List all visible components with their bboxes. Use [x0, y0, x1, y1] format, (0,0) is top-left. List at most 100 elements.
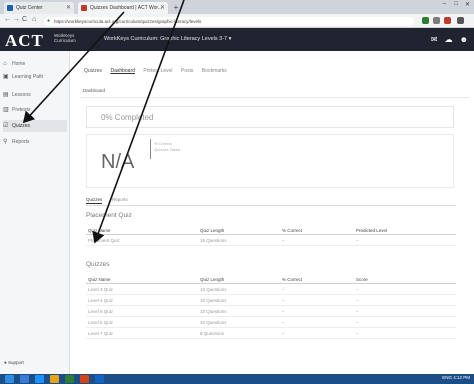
column-header: Quiz Length: [200, 277, 225, 282]
sidebar: ⌂ Home ▣ Learning Path ▤ Lessons ▥ Pretests …: [0, 51, 70, 374]
quiz-length: 10 Questions: [200, 287, 227, 292]
table-row[interactable]: Level 4 Quiz 10 Questions – –: [86, 295, 456, 306]
quiz-name-link[interactable]: Level 3 Quiz: [88, 287, 113, 292]
browser-tab-1[interactable]: Quiz Center ✕: [4, 2, 74, 14]
extension-icon[interactable]: [433, 17, 440, 24]
user-icon[interactable]: ☻: [460, 35, 468, 44]
sidebar-item-learning-path[interactable]: ▣ Learning Path: [3, 71, 67, 83]
tab-favicon-icon: [7, 5, 13, 11]
extension-icon[interactable]: [444, 17, 451, 24]
cloud-icon[interactable]: ☁: [445, 35, 453, 44]
lessons-icon: ▤: [3, 92, 9, 98]
score: –: [356, 309, 359, 314]
section-title: Dashboard: [80, 88, 470, 98]
main-content: Quizzes Dashboard Pretest Level Posts Bo…: [70, 51, 474, 374]
extension-icon[interactable]: [422, 17, 429, 24]
home-icon[interactable]: ⌂: [32, 16, 36, 23]
quizzes-table: Quiz Name Quiz Length % Correct Score Le…: [86, 274, 456, 339]
sidebar-item-label: Reports: [12, 139, 30, 145]
column-header: Quiz Name: [88, 228, 111, 233]
tab-pretest-level[interactable]: Pretest Level: [143, 68, 172, 74]
app-header: ACT WorkKeys Curriculum WorkKeys Curricu…: [0, 28, 474, 51]
tab-quizzes[interactable]: Quizzes: [84, 68, 102, 74]
score: –: [356, 320, 359, 325]
column-header: % Correct: [282, 228, 303, 233]
mail-icon[interactable]: ✉: [431, 35, 438, 44]
close-window-icon[interactable]: ✕: [465, 1, 470, 8]
quiz-length: 10 Questions: [200, 298, 227, 303]
new-tab-button[interactable]: +: [170, 3, 182, 13]
act-logo[interactable]: ACT: [5, 31, 44, 51]
sidebar-item-label: Learning Path: [12, 74, 44, 80]
placement-heading: Placement Quiz: [86, 212, 132, 219]
edge-icon[interactable]: [35, 375, 44, 383]
app-icon[interactable]: [65, 375, 74, 383]
explorer-icon[interactable]: [20, 375, 29, 383]
percent-correct: –: [282, 287, 285, 292]
quiz-length: 16 Questions: [200, 238, 227, 243]
sidebar-item-label: Lessons: [12, 92, 31, 98]
sidebar-item-label: Home: [12, 61, 26, 67]
percent-correct: –: [282, 309, 285, 314]
table-row[interactable]: Level 6 Quiz 10 Questions – –: [86, 317, 456, 328]
reload-icon[interactable]: C: [22, 16, 27, 23]
sidebar-item-quizzes[interactable]: ☑ Quizzes: [3, 120, 67, 132]
lock-icon: ●: [47, 18, 51, 24]
app-icon[interactable]: [95, 375, 104, 383]
browser-tab-2[interactable]: Quizzes Dashboard | ACT Wor... ✕: [78, 2, 168, 14]
address-bar-row: ← → C ⌂ ● https://workkeyscurricula.act.…: [0, 14, 474, 28]
subtab-reports[interactable]: Reports: [112, 197, 128, 202]
tab-dashboard[interactable]: Dashboard: [110, 68, 134, 74]
column-header: % Correct: [282, 277, 303, 282]
minimize-icon[interactable]: –: [443, 1, 446, 7]
quiz-name-link[interactable]: Level 6 Quiz: [88, 320, 113, 325]
percent-correct: –: [282, 298, 285, 303]
back-icon[interactable]: ←: [4, 16, 11, 23]
close-tab-icon[interactable]: ✕: [160, 2, 165, 14]
percent-correct: –: [282, 331, 285, 336]
tab-bookmarks[interactable]: Bookmarks: [202, 68, 227, 74]
score: –: [356, 331, 359, 336]
sidebar-item-lessons[interactable]: ▤ Lessons: [3, 89, 67, 101]
pretests-icon: ▥: [3, 107, 9, 113]
divider: [150, 139, 151, 159]
percent-correct: –: [282, 320, 285, 325]
subtab-quizzes[interactable]: Quizzes: [86, 197, 103, 204]
table-row[interactable]: Level 5 Quiz 10 Questions – –: [86, 306, 456, 317]
sidebar-item-pretests[interactable]: ▥ Pretests: [3, 104, 67, 116]
sidebar-item-label: Pretests: [12, 107, 31, 113]
quiz-name-link[interactable]: Level 7 Quiz: [88, 331, 113, 336]
chrome-icon[interactable]: [80, 375, 89, 383]
table-row[interactable]: Level 3 Quiz 10 Questions – –: [86, 284, 456, 295]
sidebar-item-reports[interactable]: ⚲ Reports: [3, 136, 67, 148]
completion-card: 0% Completed: [86, 106, 454, 128]
placement-table: Quiz Name Quiz Length % Correct Predicte…: [86, 225, 456, 246]
forward-icon[interactable]: →: [13, 16, 20, 23]
quiz-length: 10 Questions: [200, 309, 227, 314]
column-header: Quiz Name: [88, 277, 111, 282]
browser-tab-bar: Quiz Center ✕ Quizzes Dashboard | ACT Wo…: [0, 0, 474, 14]
tab-label: Quizzes Dashboard | ACT Wor...: [90, 5, 162, 11]
sidebar-item-label: Quizzes: [12, 123, 31, 129]
tab-label: Quiz Center: [16, 5, 43, 11]
quiz-name-link[interactable]: Level 5 Quiz: [88, 309, 113, 314]
sidebar-item-home[interactable]: ⌂ Home: [3, 58, 67, 70]
score: –: [356, 298, 359, 303]
folder-icon[interactable]: [50, 375, 59, 383]
url-input[interactable]: ● https://workkeyscurricula.act.org/curr…: [44, 17, 414, 26]
support-link[interactable]: ● Support: [4, 360, 24, 365]
system-tray[interactable]: ENG 4:12 PM: [442, 375, 470, 380]
predicted-level: –: [356, 238, 359, 243]
table-row[interactable]: Placement Quiz 16 Questions – –: [86, 235, 456, 246]
quiz-name-link[interactable]: Placement Quiz: [88, 238, 120, 243]
tab-posts[interactable]: Posts: [181, 68, 194, 74]
score-card: N/A % Correct Quizzes Taken: [86, 134, 454, 188]
maximize-icon[interactable]: □: [454, 1, 458, 7]
quiz-name-link[interactable]: Level 4 Quiz: [88, 298, 113, 303]
start-icon[interactable]: [5, 375, 14, 383]
column-header: Score: [356, 277, 368, 282]
close-tab-icon[interactable]: ✕: [66, 2, 71, 14]
menu-icon[interactable]: [457, 17, 464, 24]
table-row[interactable]: Level 7 Quiz 8 Questions – –: [86, 328, 456, 339]
course-selector[interactable]: WorkKeys Curriculum: Graphic Literacy Le…: [104, 36, 231, 42]
